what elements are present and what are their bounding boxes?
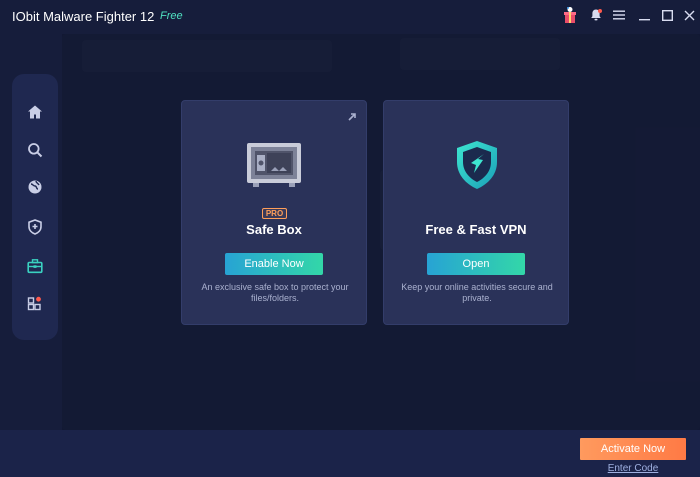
- app-title: IObit Malware Fighter 12: [12, 9, 155, 24]
- maximize-icon[interactable]: [657, 5, 677, 25]
- toolbox-icon: [27, 259, 43, 274]
- bell-icon[interactable]: [586, 5, 606, 25]
- open-vpn-button[interactable]: Open: [427, 253, 525, 275]
- card-title: Free & Fast VPN: [425, 222, 527, 237]
- sidebar-item-browser-protection[interactable]: [12, 170, 58, 204]
- card-description: An exclusive safe box to protect your fi…: [201, 282, 349, 303]
- sidebar: [12, 74, 58, 340]
- sidebar-item-more[interactable]: [12, 286, 58, 320]
- sidebar-item-toolbox[interactable]: [12, 249, 58, 283]
- home-icon: [28, 105, 42, 119]
- activate-now-button[interactable]: Activate Now: [580, 438, 686, 460]
- sidebar-item-home[interactable]: [12, 95, 58, 129]
- safe-box-icon: [247, 143, 301, 187]
- close-icon[interactable]: [679, 5, 699, 25]
- gift-icon[interactable]: [560, 5, 580, 25]
- card-title: Safe Box: [246, 222, 302, 237]
- content-overlay: [62, 34, 700, 430]
- globe-icon: [28, 180, 42, 194]
- enter-code-link[interactable]: Enter Code: [580, 463, 686, 474]
- minimize-icon[interactable]: [634, 5, 654, 25]
- pro-badge: PRO: [262, 208, 287, 219]
- sidebar-item-scan[interactable]: [12, 133, 58, 167]
- expand-icon[interactable]: [346, 111, 358, 123]
- card-description: Keep your online activities secure and p…: [401, 282, 553, 303]
- vpn-card: Free & Fast VPN Open Keep your online ac…: [383, 100, 569, 325]
- sidebar-item-protection[interactable]: [12, 210, 58, 244]
- search-icon: [28, 143, 43, 158]
- menu-icon[interactable]: [609, 5, 629, 25]
- grid-icon: [27, 296, 41, 311]
- shield-plus-icon: [28, 219, 42, 235]
- app-edition-label: Free: [160, 10, 183, 22]
- safe-box-card: PRO Safe Box Enable Now An exclusive saf…: [181, 100, 367, 325]
- title-bar: IObit Malware Fighter 12 Free: [0, 0, 700, 34]
- enable-now-button[interactable]: Enable Now: [225, 253, 323, 275]
- vpn-shield-icon: [457, 141, 497, 189]
